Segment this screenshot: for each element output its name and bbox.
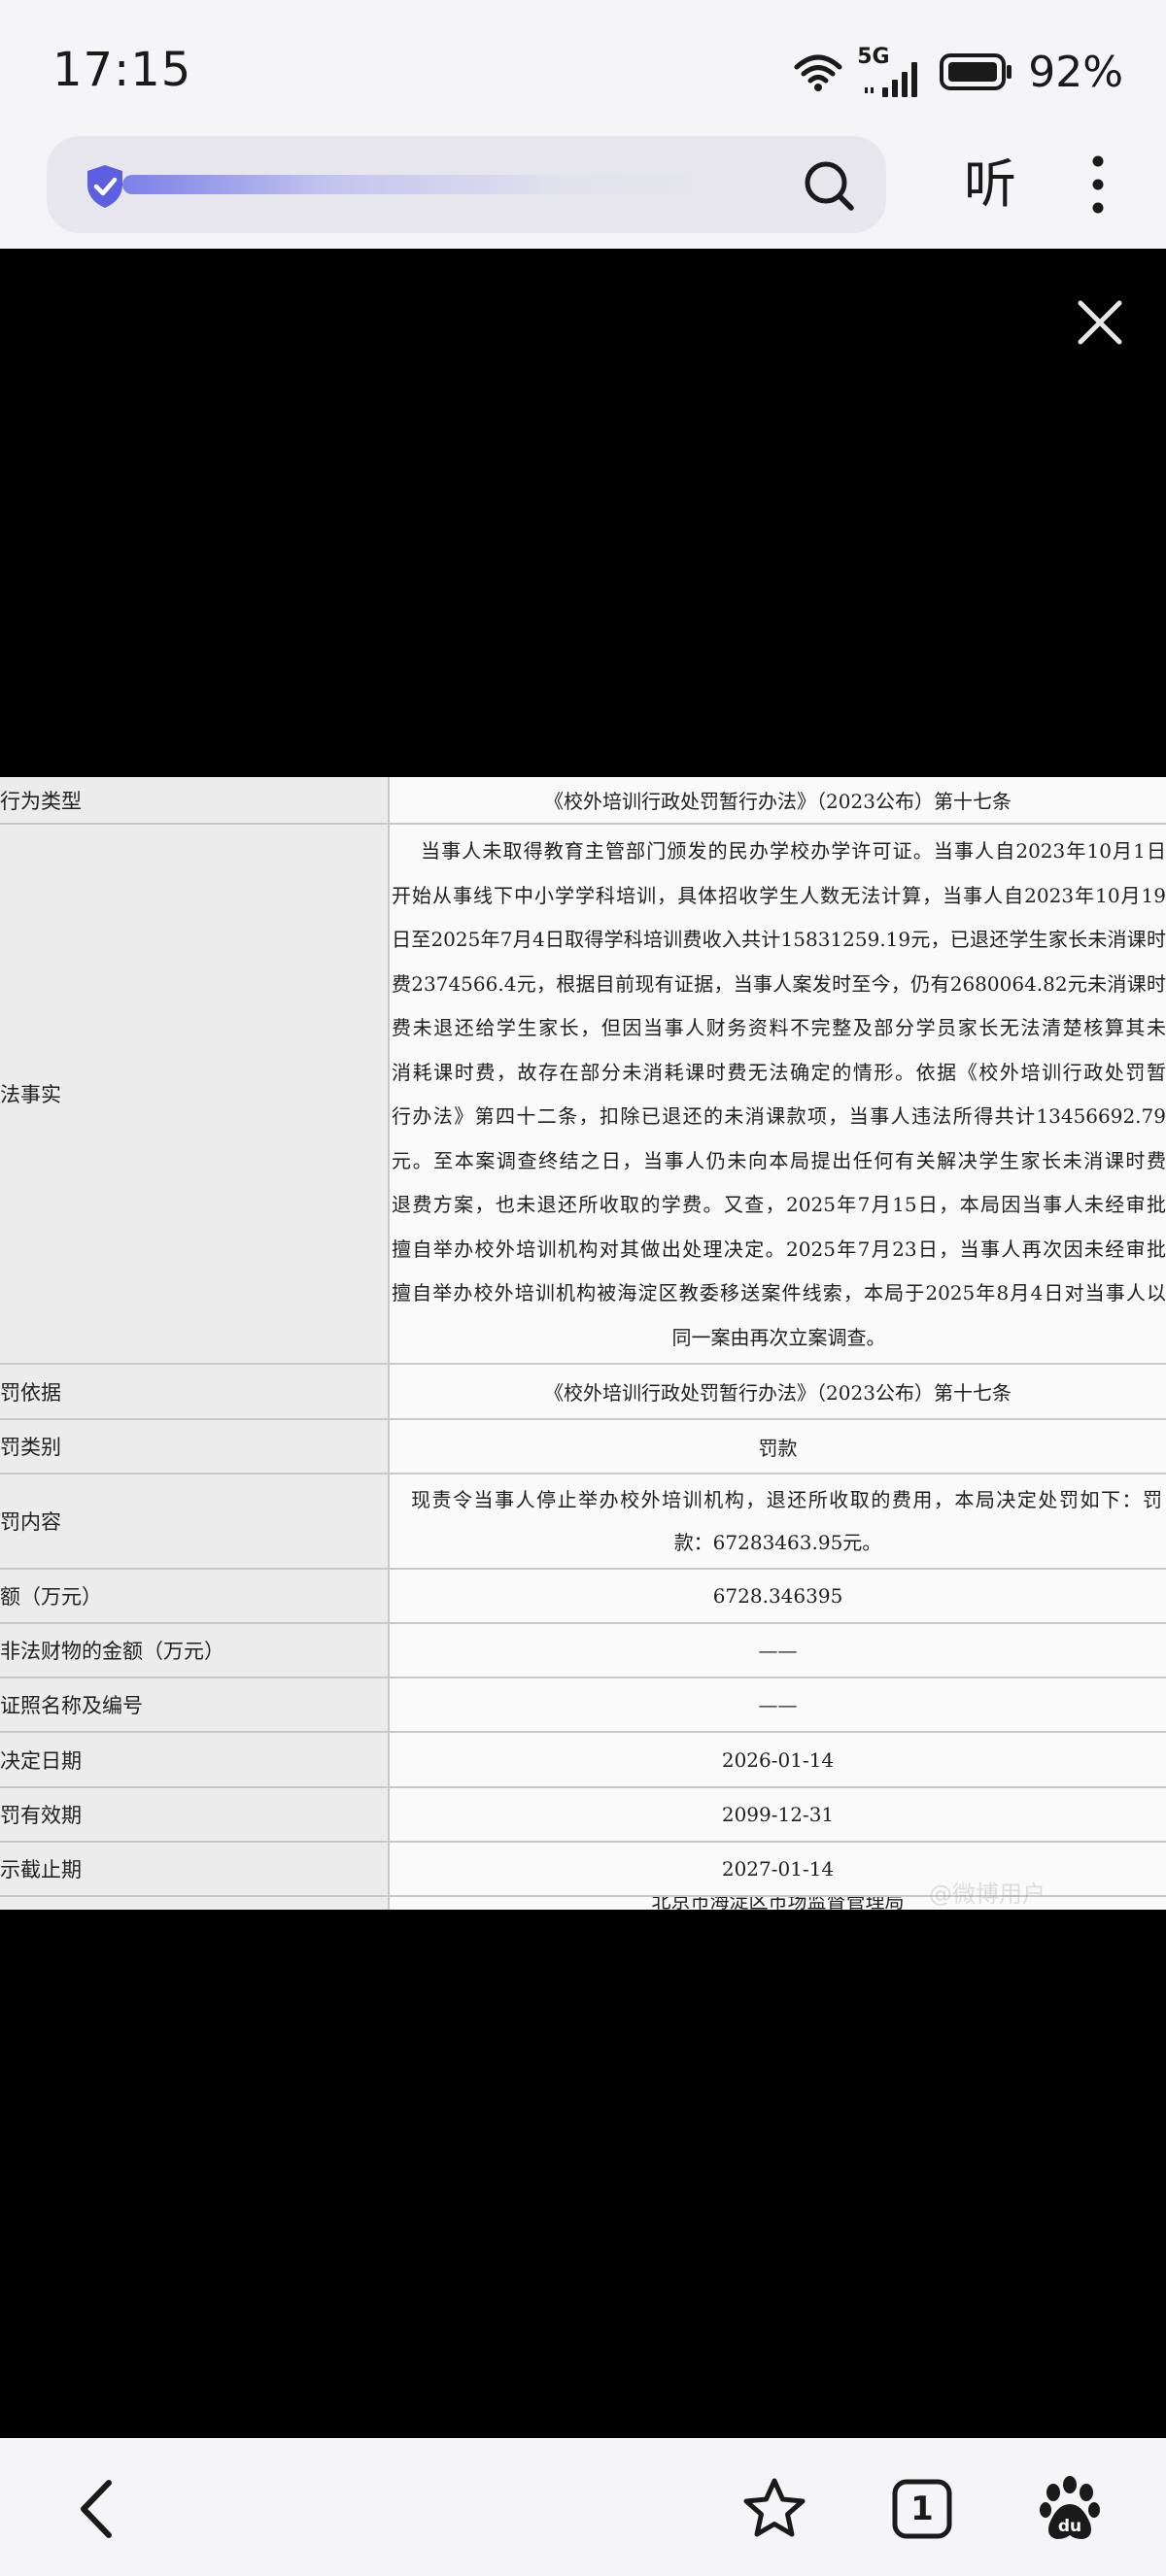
row-label: 法事实 (0, 824, 390, 1365)
row-label: 行为类型 (0, 777, 390, 825)
row-value: 2099-12-31 (389, 1787, 1166, 1843)
facts-line: 当事人未取得教育主管部门颁发的民办学校办学许可证。当事人自2023年10月1日 (421, 839, 1166, 863)
back-icon[interactable] (64, 2475, 132, 2543)
page-load-progress (122, 175, 710, 194)
bottom-nav: 1 du (0, 2438, 1166, 2576)
browser-toolbar: 听 (0, 136, 1166, 249)
table-row: 证照名称及编号 —— (0, 1678, 1166, 1733)
row-label: 决定日期 (0, 1732, 390, 1788)
address-bar[interactable] (47, 136, 886, 233)
row-label: 额（万元） (0, 1569, 390, 1624)
row-value: —— (389, 1678, 1166, 1733)
row-label (0, 1896, 390, 1910)
facts-line: 元。至本案调查终结之日，当事人仍未向本局提出任何有关解决学生家长未消课时费 (392, 1148, 1166, 1172)
facts-line: 擅自举办校外培训机构对其做出处理决定。2025年7月23日，当事人再次因未经审批 (392, 1237, 1166, 1261)
table-row: 额（万元） 6728.346395 (0, 1569, 1166, 1624)
facts-line: 日至2025年7月4日取得学科培训费收入共计15831259.19元，已退还学生… (392, 928, 1166, 951)
row-label: 罚有效期 (0, 1787, 390, 1843)
battery-icon (940, 53, 1012, 90)
facts-line: 退费方案，也未退还所收取的学费。又查，2025年7月15日，本局因当事人未经审批 (392, 1193, 1166, 1216)
facts-line: 同一案由再次立案调查。 (671, 1325, 886, 1349)
row-value: —— (389, 1623, 1166, 1678)
row-value: 《校外培训行政处罚暂行办法》（2023公布）第十七条 (389, 1364, 1166, 1420)
table-row: 罚有效期 2099-12-31 (0, 1787, 1166, 1843)
row-label: 非法财物的金额（万元） (0, 1623, 390, 1678)
facts-line: 行办法》第四十二条，扣除已退还的未消课款项，当事人违法所得共计13456692.… (392, 1104, 1166, 1128)
status-icons: 5G 92% (793, 43, 1123, 101)
svg-text:du: du (1058, 2517, 1081, 2536)
status-bar: 17:15 5G 92% (0, 0, 1166, 136)
watermark: @微博用户 (929, 1881, 1046, 1908)
tab-count: 1 (910, 2490, 934, 2528)
table-row: 法事实 当事人未取得教育主管部门颁发的民办学校办学许可证。当事人自2023年10… (0, 824, 1166, 1365)
penalty-table: 行为类型 《校外培训行政处罚暂行办法》（2023公布）第十七条 法事实 当事人未… (0, 777, 1166, 1910)
row-value: 《校外培训行政处罚暂行办法》（2023公布）第十七条 (389, 777, 1166, 825)
facts-line: 费2374566.4元，根据目前现有证据，当事人案发时至今，仍有2680064.… (392, 971, 1166, 996)
listen-button[interactable]: 听 (956, 148, 1024, 221)
document-image: 行为类型 《校外培训行政处罚暂行办法》（2023公布）第十七条 法事实 当事人未… (0, 777, 1166, 1910)
row-value: 北京市海淀区市场监督管理局 (389, 1896, 1166, 1910)
table-row: 罚依据 《校外培训行政处罚暂行办法》（2023公布）第十七条 (0, 1364, 1166, 1420)
close-icon[interactable] (1069, 291, 1131, 354)
table-row: 非法财物的金额（万元） —— (0, 1623, 1166, 1678)
row-label: 证照名称及编号 (0, 1678, 390, 1733)
row-value: 罚款 (389, 1419, 1166, 1474)
table-row: 决定日期 2026-01-14 (0, 1732, 1166, 1788)
facts-line: 开始从事线下中小学学科培训，具体招收学生人数无法计算，当事人自2023年10月1… (392, 883, 1166, 907)
more-vert-icon[interactable] (1079, 150, 1117, 220)
content-line: 现责令当事人停止举办校外培训机构，退还所收取的费用，本局决定处罚如下：罚 (411, 1488, 1162, 1511)
battery-percent: 92% (1028, 47, 1123, 97)
row-label: 示截止期 (0, 1842, 390, 1897)
facts-line: 费未退还给学生家长，但因当事人财务资料不完整及部分学员家长无法清楚核算其未 (392, 1016, 1166, 1039)
facts-paragraph: 当事人未取得教育主管部门颁发的民办学校办学许可证。当事人自2023年10月1日 … (389, 824, 1166, 1365)
row-value: 现责令当事人停止举办校外培训机构，退还所收取的费用，本局决定处罚如下：罚 款：6… (389, 1474, 1166, 1570)
image-viewer: 行为类型 《校外培训行政处罚暂行办法》（2023公布）第十七条 法事实 当事人未… (0, 249, 1166, 2438)
signal-icon: 5G (857, 45, 925, 99)
baidu-paw-icon[interactable]: du (1036, 2475, 1104, 2543)
facts-line: 消耗课时费，故存在部分未消耗课时费无法确定的情形。依据《校外培训行政处罚暂 (392, 1060, 1166, 1084)
authority-text: 北京市海淀区市场监督管理局 (651, 1896, 905, 1910)
row-value: 2027-01-14 (389, 1842, 1166, 1897)
table-row: 罚内容 现责令当事人停止举办校外培训机构，退还所收取的费用，本局决定处罚如下：罚… (0, 1474, 1166, 1570)
row-value: 6728.346395 (389, 1569, 1166, 1624)
content-line: 款：67283463.95元。 (673, 1531, 882, 1554)
shield-check-icon (87, 165, 122, 208)
row-label: 罚内容 (0, 1474, 390, 1570)
facts-line: 擅自举办校外培训机构被海淀区教委移送案件线索，本局于2025年8月4日对当事人以 (392, 1281, 1166, 1305)
star-icon[interactable] (740, 2475, 808, 2543)
row-value: 2026-01-14 (389, 1732, 1166, 1788)
status-time: 17:15 (52, 43, 192, 97)
table-row: 行为类型 《校外培训行政处罚暂行办法》（2023公布）第十七条 (0, 777, 1166, 825)
search-icon[interactable] (801, 157, 857, 214)
wifi-icon (794, 54, 842, 91)
row-label: 罚类别 (0, 1419, 390, 1474)
table-row: 罚类别 罚款 (0, 1419, 1166, 1474)
row-label: 罚依据 (0, 1364, 390, 1420)
tabs-button[interactable]: 1 (888, 2475, 956, 2543)
